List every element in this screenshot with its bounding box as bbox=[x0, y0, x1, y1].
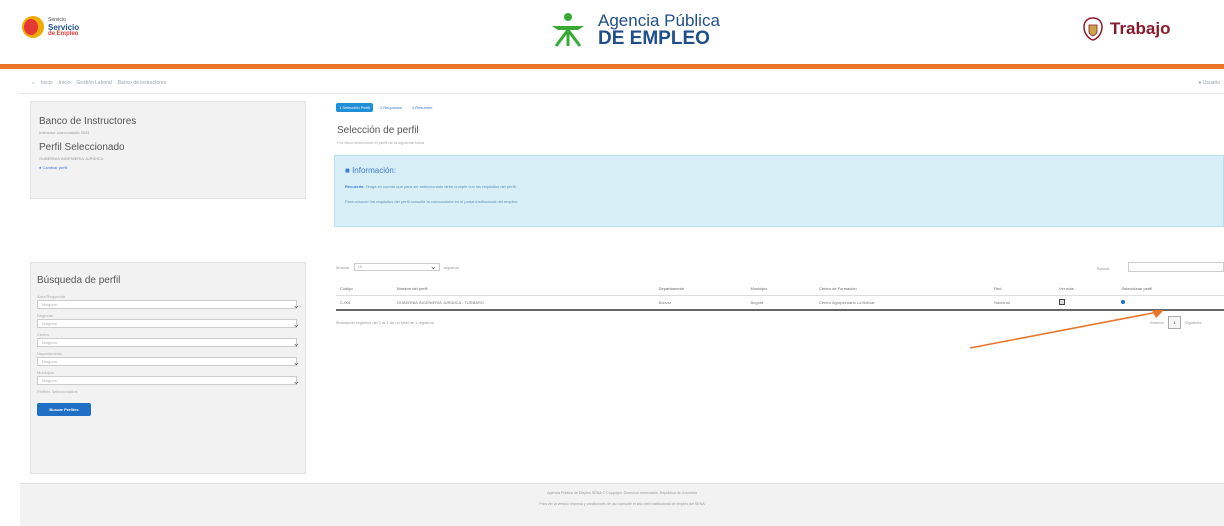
bullet-icon: ● bbox=[39, 165, 42, 170]
footer-line-2: Para ver la versión impresa y condicione… bbox=[539, 502, 705, 506]
filter-area: Área Requerida Ninguno ⌄ bbox=[37, 294, 300, 310]
panel-title: Banco de Instructores bbox=[39, 116, 137, 127]
trabajo-logo[interactable]: Trabajo bbox=[1082, 16, 1170, 42]
user-icon: ● bbox=[1198, 80, 1202, 86]
chevron-down-icon: ⌄ bbox=[292, 338, 300, 348]
chevron-down-icon: ⌄ bbox=[429, 262, 437, 271]
length-value: 10 bbox=[357, 264, 363, 269]
table-cell: Bogotá bbox=[750, 299, 764, 305]
tab-requisitos[interactable]: 2 Requisitos bbox=[377, 103, 405, 112]
search-panel-title: Búsqueda de perfil bbox=[37, 275, 121, 286]
table-header-row: Código Nombre del perfil Departamento Mu… bbox=[336, 282, 1224, 296]
logo-center-line2: DE EMPLEO bbox=[598, 28, 710, 49]
select-value: Ninguno bbox=[42, 378, 57, 383]
filter-regional: Regional Ninguno ⌄ bbox=[37, 313, 300, 329]
table-cell: C-001 bbox=[340, 299, 351, 305]
sena-icon bbox=[552, 13, 584, 47]
logo-left-line2: Servicio bbox=[48, 22, 80, 32]
tab-resumen[interactable]: 3 Resumen bbox=[409, 103, 435, 112]
table-search-label: Buscar: bbox=[1097, 266, 1111, 271]
info-title-text: Información: bbox=[352, 166, 397, 175]
agencia-empleo-logo[interactable]: Agencia Pública DE EMPLEO bbox=[548, 10, 720, 50]
table-cell: Bolívar bbox=[658, 299, 672, 305]
info-title: ■ Información: bbox=[345, 166, 1213, 175]
next-page-button[interactable]: Siguiente bbox=[1185, 320, 1202, 325]
divider bbox=[20, 93, 1224, 94]
section-subtitle: Por favor seleccione el perfil de la sig… bbox=[337, 140, 424, 145]
breadcrumb: ⌂ Inicio Inicio Gestión Laboral Banco de… bbox=[32, 80, 166, 86]
selected-profiles-label: Perfiles Seleccionados bbox=[37, 389, 78, 394]
profile-panel: Banco de Instructores Instructor convoca… bbox=[30, 101, 306, 199]
breadcrumb-item[interactable]: Inicio bbox=[41, 80, 53, 86]
selected-profile-name: GUBERNIA INGENIERIA JURIDICA bbox=[39, 156, 104, 161]
user-name: Usuario bbox=[1202, 80, 1220, 86]
col-header[interactable]: Municipio bbox=[746, 282, 816, 296]
change-profile-link[interactable]: ● Cambiar perfil bbox=[39, 165, 297, 170]
table-info: Mostrando registros del 1 al 1 de un tot… bbox=[336, 320, 434, 325]
wizard-tabs: 1 Selección Perfil 2 Requisitos 3 Resume… bbox=[336, 103, 435, 112]
table-cell: GUBERNIA INGENIERIA JURIDICA - TURBARO bbox=[396, 299, 485, 305]
filter-municipio: Municipio Ninguno ⌄ bbox=[37, 370, 300, 386]
records-label: registros bbox=[443, 264, 459, 270]
annotation-arrow-icon bbox=[969, 310, 1164, 349]
home-icon[interactable]: ⌂ bbox=[32, 80, 35, 86]
site-header: Servicio Servicio de Empleo Agencia Públ… bbox=[0, 0, 1224, 62]
col-header[interactable]: Departamento bbox=[654, 282, 747, 296]
col-header[interactable]: Ver más bbox=[1055, 282, 1118, 296]
site-footer: Agencia Pública de Empleo SENA © Copyrig… bbox=[20, 483, 1224, 526]
breadcrumb-item[interactable]: Inicio bbox=[59, 80, 71, 86]
section-title: Selección de perfil bbox=[337, 125, 419, 136]
tab-seleccion-perfil[interactable]: 1 Selección Perfil bbox=[336, 103, 373, 112]
col-header[interactable]: Código bbox=[336, 282, 393, 296]
search-panel: Búsqueda de perfil Área Requerida Ningun… bbox=[30, 262, 306, 474]
filter-departamento: Departamento Ninguno ⌄ bbox=[37, 351, 300, 367]
servicio-empleo-logo[interactable]: Servicio Servicio de Empleo bbox=[22, 16, 79, 38]
logo-right-text: Trabajo bbox=[1110, 19, 1171, 38]
regional-select[interactable]: Ninguno ⌄ bbox=[37, 319, 300, 329]
chevron-down-icon: ⌄ bbox=[292, 319, 300, 329]
info-alert: ■ Información: Recuerde: Tenga en cuenta… bbox=[334, 155, 1224, 227]
col-header[interactable]: Red bbox=[990, 282, 1056, 296]
breadcrumb-item[interactable]: Gestión Laboral bbox=[76, 80, 111, 86]
municipio-select[interactable]: Ninguno ⌄ bbox=[37, 376, 300, 386]
info-line-1-text: Tenga en cuenta que para ser seleccionad… bbox=[365, 184, 517, 189]
centro-select[interactable]: Ninguno ⌄ bbox=[37, 338, 300, 348]
search-profiles-button[interactable]: Buscar Perfiles bbox=[37, 403, 91, 416]
show-label: Mostrar bbox=[336, 264, 350, 270]
logo-left-line3: de Empleo bbox=[48, 30, 79, 37]
col-header[interactable]: Seleccionar perfil bbox=[1117, 282, 1224, 296]
shield-icon bbox=[1083, 17, 1103, 41]
info-line-2: Para conocer los requisitos del perfil c… bbox=[345, 199, 519, 204]
breadcrumb-item[interactable]: Banco de instructores bbox=[118, 80, 166, 86]
select-value: Ninguno bbox=[42, 302, 57, 307]
col-header[interactable]: Centro de Formación bbox=[815, 282, 991, 296]
table-search-input[interactable] bbox=[1128, 262, 1224, 272]
select-value: Ninguno bbox=[42, 359, 57, 364]
length-select[interactable]: 10 ⌄ bbox=[353, 262, 440, 271]
col-header[interactable]: Nombre del perfil bbox=[392, 282, 655, 296]
info-line-1: Recuerde: Tenga en cuenta que para ser s… bbox=[345, 184, 1213, 189]
filter-centro: Centro Ninguno ⌄ bbox=[37, 332, 300, 348]
info-line-1-bold: Recuerde: bbox=[345, 184, 365, 189]
table-length-control: Mostrar 10 ⌄ registros bbox=[336, 262, 459, 271]
area-select[interactable]: Ninguno ⌄ bbox=[37, 300, 300, 310]
chevron-down-icon: ⌄ bbox=[292, 300, 300, 310]
select-value: Ninguno bbox=[42, 321, 57, 326]
footer-line-1: Agencia Pública de Empleo SENA © Copyrig… bbox=[547, 491, 697, 495]
header-accent-bar bbox=[0, 64, 1224, 69]
departamento-select[interactable]: Ninguno ⌄ bbox=[37, 357, 300, 367]
selected-profile-title: Perfil Seleccionado bbox=[39, 142, 125, 153]
panel-subtitle: Instructor convocatoria 2024 bbox=[39, 130, 90, 135]
chevron-down-icon: ⌄ bbox=[292, 376, 300, 386]
change-profile-label: Cambiar perfil bbox=[42, 165, 68, 170]
select-value: Ninguno bbox=[42, 340, 57, 345]
user-menu[interactable]: ● Usuario bbox=[1198, 80, 1220, 86]
servicio-empleo-icon bbox=[22, 16, 44, 38]
info-icon: ■ bbox=[345, 166, 350, 175]
chevron-down-icon: ⌄ bbox=[292, 357, 300, 367]
